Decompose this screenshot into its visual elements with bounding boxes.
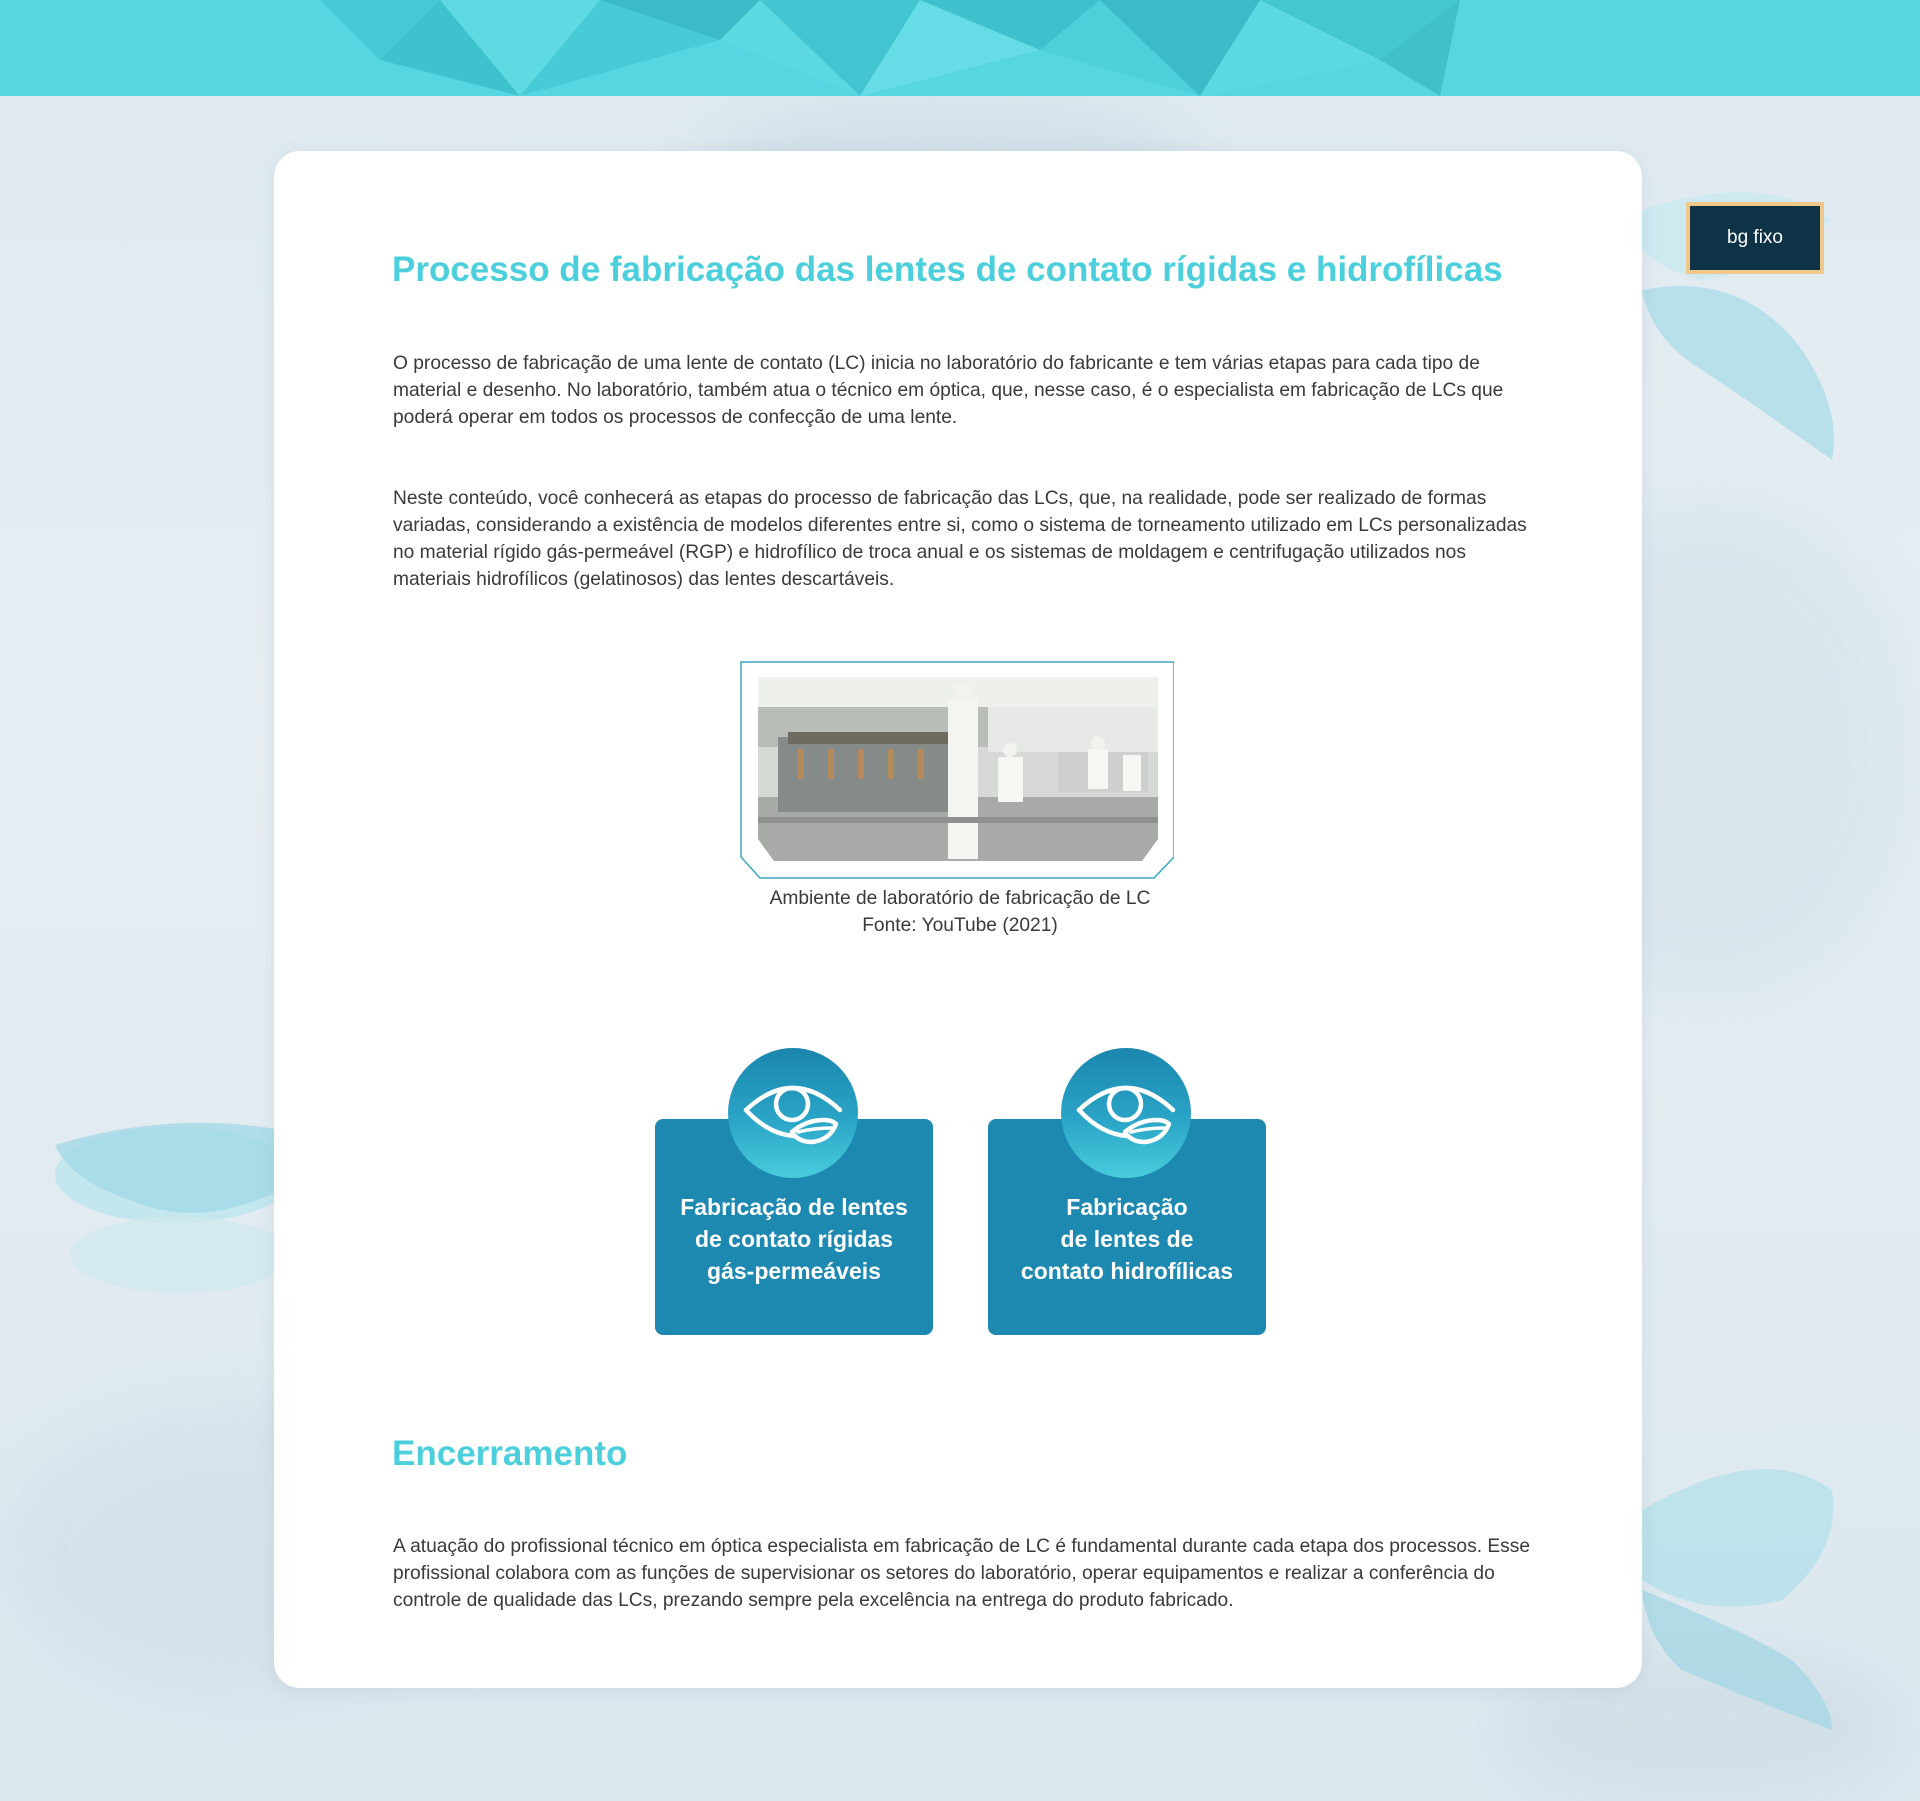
bg-fixo-badge: bg fixo [1686, 202, 1824, 274]
eye-icon [1061, 1048, 1191, 1178]
laboratory-photo [758, 677, 1158, 861]
topic-card-label: Fabricação de lentes de contato rígidas … [680, 1194, 908, 1284]
figure-source: Fonte: YouTube (2021) [862, 915, 1058, 936]
page-title: Processo de fabricação das lentes de con… [392, 250, 1503, 289]
geometric-pattern [320, 0, 1460, 96]
contact-lens-image [1642, 192, 1834, 460]
closing-paragraph: A atuação do profissional técnico em ópt… [393, 1536, 1531, 1611]
eye-icon [728, 1048, 858, 1178]
topic-card-label: Fabricação de lentes de contato hidrofíl… [1020, 1194, 1234, 1284]
intro-paragraph: O processo de fabricação de uma lente de… [393, 353, 1504, 428]
contact-lens-image [55, 1122, 280, 1293]
laboratory-illustration [758, 677, 1158, 861]
closing-title: Encerramento [392, 1434, 628, 1473]
figure-caption: Ambiente de laboratório de fabricação de… [769, 888, 1151, 909]
contact-lens-image [1642, 1469, 1834, 1730]
header-band [0, 0, 1920, 96]
intro-paragraph: Neste conteúdo, você conhecerá as etapas… [393, 488, 1527, 590]
